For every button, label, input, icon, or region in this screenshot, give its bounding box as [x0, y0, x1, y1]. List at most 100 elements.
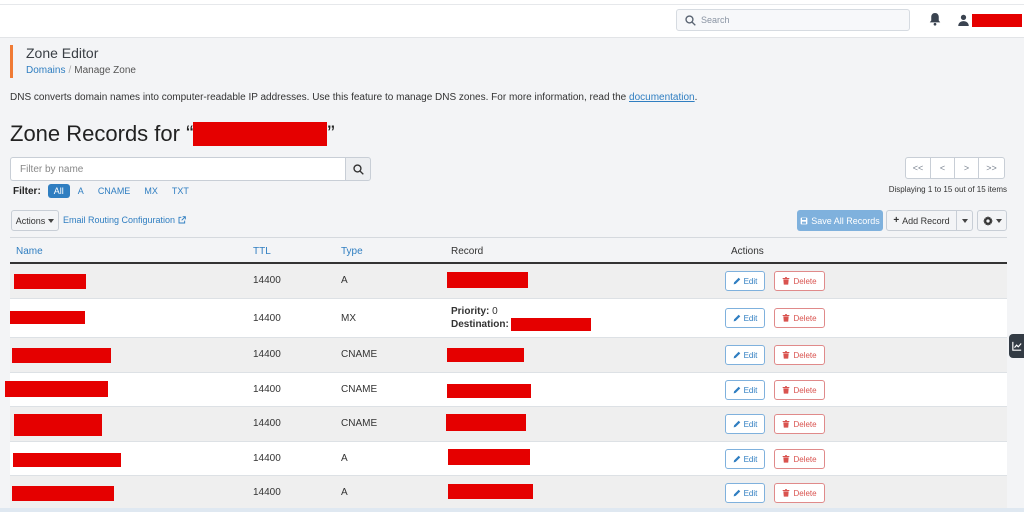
- heading-suffix: ”: [327, 121, 335, 146]
- documentation-link[interactable]: documentation: [629, 92, 695, 103]
- record-name-redacted: [14, 274, 86, 289]
- filter-search-button[interactable]: [345, 157, 371, 181]
- zone-records-heading: Zone Records for “ ”: [10, 121, 335, 147]
- record-value-redacted: [447, 272, 528, 288]
- filter-chip-a[interactable]: A: [72, 184, 90, 198]
- stats-side-tab[interactable]: [1009, 334, 1024, 358]
- record-ttl: 14400: [253, 349, 281, 360]
- delete-label: Delete: [793, 350, 817, 360]
- table-row: 14400 A Edit Delete: [10, 442, 1007, 476]
- actions-dropdown-button[interactable]: Actions: [11, 210, 59, 231]
- trash-icon: [783, 314, 790, 322]
- delete-label: Delete: [793, 385, 817, 395]
- user-menu[interactable]: [958, 12, 1024, 28]
- record-ttl: 14400: [253, 453, 281, 464]
- edit-button[interactable]: Edit: [725, 483, 765, 503]
- delete-button[interactable]: Delete: [774, 271, 825, 291]
- email-routing-link[interactable]: Email Routing Configuration: [63, 215, 186, 225]
- edit-label: Edit: [743, 454, 758, 464]
- record-name-redacted: [12, 348, 111, 363]
- add-record-button[interactable]: + Add Record: [886, 210, 957, 231]
- record-type: MX: [341, 313, 356, 324]
- trash-icon: [783, 351, 790, 359]
- delete-label: Delete: [793, 488, 817, 498]
- edit-label: Edit: [743, 313, 758, 323]
- delete-button[interactable]: Delete: [774, 449, 825, 469]
- add-record-label: Add Record: [902, 215, 950, 226]
- edit-button[interactable]: Edit: [725, 449, 765, 469]
- delete-label: Delete: [793, 419, 817, 429]
- trash-icon: [783, 455, 790, 463]
- pagination: << < > >>: [905, 157, 1005, 179]
- edit-button[interactable]: Edit: [725, 414, 765, 434]
- username-redacted: [972, 13, 1022, 27]
- page-header: Zone Editor Domains / Manage Zone: [10, 45, 136, 78]
- heading-prefix: Zone Records for “: [10, 121, 194, 146]
- settings-dropdown-button[interactable]: [977, 210, 1007, 231]
- zone-records-table: Name TTL Type Record Actions 14400 A Edi…: [5, 237, 1007, 512]
- filter-chip-all[interactable]: All: [47, 184, 70, 198]
- filter-label: Filter:: [13, 185, 41, 197]
- delete-label: Delete: [793, 454, 817, 464]
- save-all-records-button[interactable]: Save All Records: [797, 210, 883, 231]
- chevron-down-icon: [48, 218, 55, 223]
- filter-by-name-input[interactable]: [10, 157, 345, 181]
- displaying-count: Displaying 1 to 15 out of 15 items: [888, 185, 1007, 194]
- next-page-button[interactable]: >: [954, 157, 979, 179]
- global-search-input[interactable]: [701, 15, 901, 25]
- column-name[interactable]: Name: [16, 246, 43, 257]
- table-row: 14400 CNAME Edit Delete: [10, 338, 1007, 373]
- mx-priority: Priority: 0: [451, 305, 591, 318]
- record-value-redacted: [448, 449, 530, 465]
- page-title: Zone Editor: [26, 45, 99, 61]
- edit-label: Edit: [743, 385, 758, 395]
- breadcrumb-domains-link[interactable]: Domains: [26, 65, 65, 76]
- filter-chip-txt[interactable]: TXT: [166, 184, 195, 198]
- add-record-dropdown-toggle[interactable]: [956, 210, 973, 231]
- edit-label: Edit: [743, 419, 758, 429]
- edit-button[interactable]: Edit: [725, 308, 765, 328]
- bell-icon[interactable]: [929, 12, 941, 26]
- filter-chip-cname[interactable]: CNAME: [92, 184, 137, 198]
- delete-button[interactable]: Delete: [774, 483, 825, 503]
- global-search[interactable]: [676, 9, 910, 31]
- table-header: Name TTL Type Record Actions: [10, 237, 1007, 264]
- record-type: CNAME: [341, 418, 378, 429]
- edit-button[interactable]: Edit: [725, 380, 765, 400]
- delete-button[interactable]: Delete: [774, 414, 825, 434]
- column-actions: Actions: [731, 246, 764, 257]
- delete-label: Delete: [793, 276, 817, 286]
- edit-label: Edit: [743, 276, 758, 286]
- delete-button[interactable]: Delete: [774, 308, 825, 328]
- top-divider: [0, 4, 1024, 5]
- pencil-icon: [733, 489, 740, 497]
- edit-button[interactable]: Edit: [725, 345, 765, 365]
- table-row: 14400 MX Priority: 0 Destination: Edit D…: [10, 299, 1007, 338]
- domain-redacted: [193, 122, 328, 146]
- external-link-icon: [178, 216, 186, 224]
- delete-button[interactable]: Delete: [774, 380, 825, 400]
- record-value-redacted: [447, 348, 524, 362]
- search-icon: [685, 14, 696, 26]
- filter-chip-mx[interactable]: MX: [138, 184, 164, 198]
- edit-label: Edit: [743, 488, 758, 498]
- record-type: CNAME: [341, 349, 378, 360]
- pencil-icon: [733, 455, 740, 463]
- user-icon: [958, 14, 969, 26]
- last-page-button[interactable]: >>: [978, 157, 1005, 179]
- first-page-button[interactable]: <<: [905, 157, 931, 179]
- delete-button[interactable]: Delete: [774, 345, 825, 365]
- column-ttl[interactable]: TTL: [253, 246, 271, 257]
- edit-button[interactable]: Edit: [725, 271, 765, 291]
- intro-end: .: [694, 92, 698, 103]
- table-row: 14400 CNAME Edit Delete: [5, 373, 1007, 407]
- prev-page-button[interactable]: <: [930, 157, 955, 179]
- column-type[interactable]: Type: [341, 246, 363, 257]
- trash-icon: [783, 277, 790, 285]
- record-value-redacted: [448, 484, 533, 499]
- pencil-icon: [733, 386, 740, 394]
- record-ttl: 14400: [253, 487, 281, 498]
- search-icon: [352, 163, 364, 175]
- mx-record-details: Priority: 0 Destination:: [451, 305, 591, 331]
- pencil-icon: [733, 420, 740, 428]
